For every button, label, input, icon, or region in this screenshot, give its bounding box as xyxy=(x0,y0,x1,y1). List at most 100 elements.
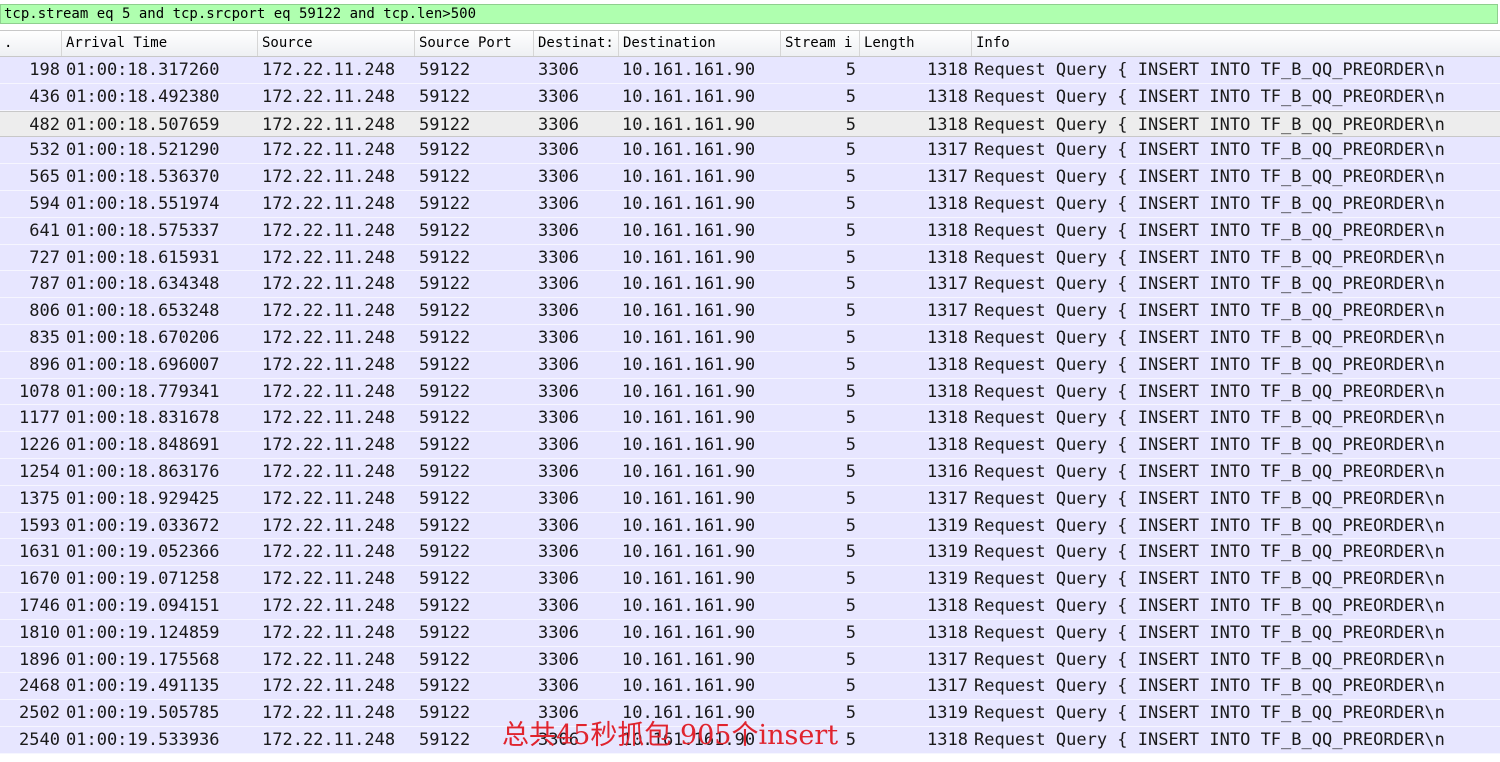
source-address-cell: 172.22.11.248 xyxy=(262,86,396,107)
packet-row[interactable]: 641 01:00:18.575337 172.22.11.248 59122 3306… xyxy=(0,217,1500,245)
destination-port-cell: 3306 xyxy=(538,435,579,456)
stream-index-cell: 5 xyxy=(845,488,856,509)
packet-info-cell: Request Query { INSERT INTO TF_B_QQ_PREO… xyxy=(974,569,1445,590)
column-header-no[interactable]: . xyxy=(0,31,62,56)
source-address-cell: 172.22.11.248 xyxy=(262,167,396,188)
destination-address-cell: 10.161.161.90 xyxy=(622,381,756,402)
source-port-cell: 59122 xyxy=(419,301,471,322)
packet-row[interactable]: 787 01:00:18.634348 172.22.11.248 59122 3306… xyxy=(0,271,1500,299)
column-header-destination[interactable]: Destination xyxy=(619,31,781,56)
destination-port-cell: 3306 xyxy=(538,328,579,348)
destination-address-cell: 10.161.161.90 xyxy=(622,86,756,107)
packet-row[interactable]: 1226 01:00:18.848691 172.22.11.248 59122 330… xyxy=(0,432,1500,459)
arrival-time-cell: 01:00:18.536370 xyxy=(66,167,220,188)
packet-number-cell: 1078 xyxy=(19,381,60,402)
packet-length-cell: 1317 xyxy=(927,140,968,161)
source-address-cell: 172.22.11.248 xyxy=(262,703,396,724)
destination-address-cell: 10.161.161.90 xyxy=(622,274,756,295)
packet-row[interactable]: 1746 01:00:19.094151 172.22.11.248 59122 330… xyxy=(0,593,1500,620)
destination-port-cell: 3306 xyxy=(538,194,579,214)
arrival-time-cell: 01:00:18.521290 xyxy=(66,140,220,161)
column-header-arrival-time[interactable]: Arrival Time xyxy=(62,31,258,56)
packet-row[interactable]: 436 01:00:18.492380 172.22.11.248 59122 3306… xyxy=(0,83,1500,111)
destination-port-cell: 3306 xyxy=(538,354,579,375)
packet-row[interactable]: 1631 01:00:19.052366 172.22.11.248 59122 330… xyxy=(0,539,1500,567)
destination-address-cell: 10.161.161.90 xyxy=(622,542,756,563)
packet-row[interactable]: 896 01:00:18.696007 172.22.11.248 59122 3306… xyxy=(0,351,1500,379)
source-port-cell: 59122 xyxy=(419,86,471,107)
destination-port-cell: 3306 xyxy=(538,247,579,268)
source-port-cell: 59122 xyxy=(419,515,471,536)
stream-index-cell: 5 xyxy=(845,140,856,161)
packet-info-cell: Request Query { INSERT INTO TF_B_QQ_PREO… xyxy=(974,408,1445,429)
destination-port-cell: 3306 xyxy=(538,86,579,107)
source-address-cell: 172.22.11.248 xyxy=(262,622,396,643)
packet-number-cell: 482 xyxy=(29,114,60,135)
display-filter-input[interactable]: tcp.stream eq 5 and tcp.srcport eq 59122… xyxy=(0,4,1498,24)
arrival-time-cell: 01:00:18.929425 xyxy=(66,488,220,509)
packet-row[interactable]: 1670 01:00:19.071258 172.22.11.248 59122 330… xyxy=(0,566,1500,593)
source-port-cell: 59122 xyxy=(419,60,471,80)
stream-index-cell: 5 xyxy=(845,220,856,241)
destination-port-cell: 3306 xyxy=(538,596,579,616)
packet-row[interactable]: 482 01:00:18.507659 172.22.11.248 59122 3306… xyxy=(0,110,1500,138)
source-address-cell: 172.22.11.248 xyxy=(262,676,396,697)
packet-row[interactable]: 1896 01:00:19.175568 172.22.11.248 59122 330… xyxy=(0,646,1500,674)
packet-info-cell: Request Query { INSERT INTO TF_B_QQ_PREO… xyxy=(974,488,1445,509)
source-port-cell: 59122 xyxy=(419,488,471,509)
packet-row[interactable]: 1177 01:00:18.831678 172.22.11.248 59122 330… xyxy=(0,405,1500,433)
column-header-stream-index[interactable]: Stream i xyxy=(781,31,860,56)
packet-info-cell: Request Query { INSERT INTO TF_B_QQ_PREO… xyxy=(974,622,1445,643)
stream-index-cell: 5 xyxy=(845,60,856,80)
packet-number-cell: 835 xyxy=(29,328,60,348)
stream-index-cell: 5 xyxy=(845,622,856,643)
column-header-source-port[interactable]: Source Port xyxy=(415,31,534,56)
source-port-cell: 59122 xyxy=(419,140,471,161)
column-header-source[interactable]: Source xyxy=(258,31,415,56)
column-header-destination-port[interactable]: Destinat: xyxy=(534,31,619,56)
packet-row[interactable]: 532 01:00:18.521290 172.22.11.248 59122 3306… xyxy=(0,137,1500,165)
packet-row[interactable]: 594 01:00:18.551974 172.22.11.248 59122 3306… xyxy=(0,191,1500,218)
source-address-cell: 172.22.11.248 xyxy=(262,596,396,616)
packet-number-cell: 2502 xyxy=(19,703,60,724)
packet-row[interactable]: 1810 01:00:19.124859 172.22.11.248 59122 330… xyxy=(0,619,1500,647)
packet-row[interactable]: 565 01:00:18.536370 172.22.11.248 59122 3306… xyxy=(0,164,1500,191)
packet-number-cell: 787 xyxy=(29,274,60,295)
packet-number-cell: 1254 xyxy=(19,462,60,482)
destination-port-cell: 3306 xyxy=(538,462,579,482)
column-header-info[interactable]: Info xyxy=(972,31,1500,56)
packet-row[interactable]: 1375 01:00:18.929425 172.22.11.248 59122 330… xyxy=(0,485,1500,513)
destination-address-cell: 10.161.161.90 xyxy=(622,60,756,80)
stream-index-cell: 5 xyxy=(845,274,856,295)
packet-row[interactable]: 198 01:00:18.317260 172.22.11.248 59122 3306… xyxy=(0,57,1500,84)
arrival-time-cell: 01:00:19.124859 xyxy=(66,622,220,643)
destination-address-cell: 10.161.161.90 xyxy=(622,354,756,375)
packet-length-cell: 1318 xyxy=(927,220,968,241)
destination-address-cell: 10.161.161.90 xyxy=(622,114,756,135)
packet-info-cell: Request Query { INSERT INTO TF_B_QQ_PREO… xyxy=(974,140,1445,161)
stream-index-cell: 5 xyxy=(845,515,856,536)
destination-port-cell: 3306 xyxy=(538,408,579,429)
arrival-time-cell: 01:00:19.052366 xyxy=(66,542,220,563)
source-port-cell: 59122 xyxy=(419,328,471,348)
source-address-cell: 172.22.11.248 xyxy=(262,488,396,509)
destination-port-cell: 3306 xyxy=(538,488,579,509)
destination-address-cell: 10.161.161.90 xyxy=(622,488,756,509)
packet-row[interactable]: 727 01:00:18.615931 172.22.11.248 59122 3306… xyxy=(0,244,1500,272)
packet-row[interactable]: 1078 01:00:18.779341 172.22.11.248 59122 330… xyxy=(0,378,1500,406)
source-port-cell: 59122 xyxy=(419,194,471,214)
stream-index-cell: 5 xyxy=(845,676,856,697)
packet-row[interactable]: 806 01:00:18.653248 172.22.11.248 59122 3306… xyxy=(0,298,1500,325)
packet-length-cell: 1318 xyxy=(927,381,968,402)
packet-list-header: . Arrival Time Source Source Port Destin… xyxy=(0,30,1500,57)
source-port-cell: 59122 xyxy=(419,114,471,135)
packet-row[interactable]: 1593 01:00:19.033672 172.22.11.248 59122 330… xyxy=(0,512,1500,540)
source-port-cell: 59122 xyxy=(419,596,471,616)
packet-row[interactable]: 835 01:00:18.670206 172.22.11.248 59122 3306… xyxy=(0,325,1500,352)
stream-index-cell: 5 xyxy=(845,354,856,375)
column-header-length[interactable]: Length xyxy=(860,31,972,56)
destination-address-cell: 10.161.161.90 xyxy=(622,622,756,643)
destination-address-cell: 10.161.161.90 xyxy=(622,462,756,482)
packet-row[interactable]: 1254 01:00:18.863176 172.22.11.248 59122 330… xyxy=(0,459,1500,486)
packet-row[interactable]: 2468 01:00:19.491135 172.22.11.248 59122 330… xyxy=(0,673,1500,701)
